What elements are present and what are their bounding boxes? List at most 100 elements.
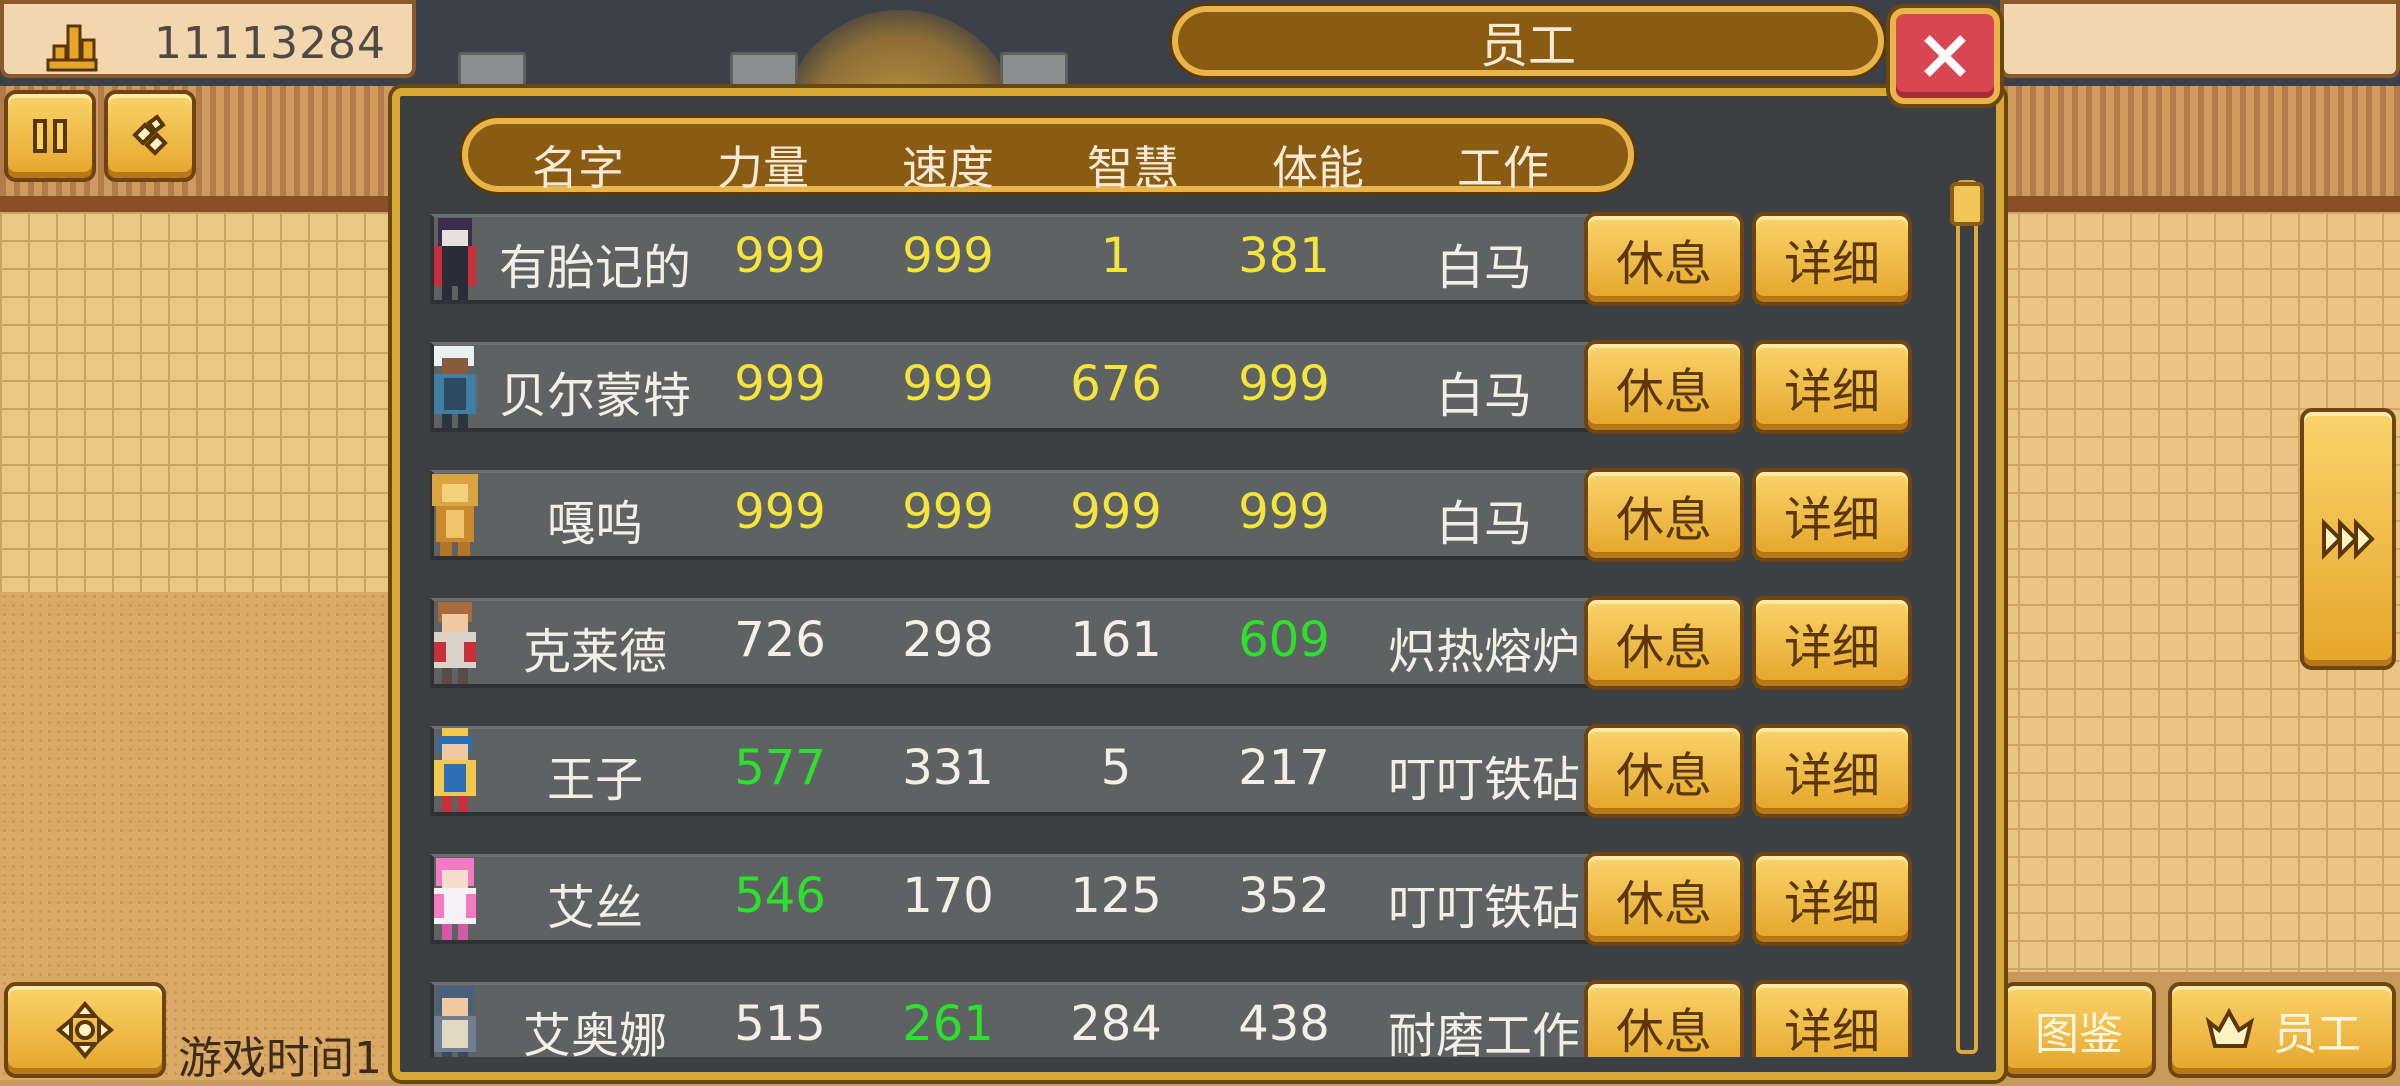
column-header-name: 名字 (532, 141, 624, 195)
rest-button[interactable]: 休息 (1584, 724, 1744, 818)
employee-job: 白马 (1435, 240, 1532, 296)
employee-speed: 261 (902, 996, 994, 1052)
employee-strength: 999 (734, 228, 826, 284)
tiled-floor-left (0, 212, 400, 592)
rest-button[interactable]: 休息 (1584, 468, 1744, 562)
employee-avatar-icon (434, 218, 476, 300)
employee-stamina: 352 (1238, 868, 1330, 924)
employee-row: 克莱德 726 298 161 609 炽热熔炉 休息 详细 (424, 596, 1924, 690)
rest-label: 休息 (1615, 236, 1712, 292)
crown-icon (2205, 1007, 2255, 1048)
employee-strength: 999 (734, 356, 826, 412)
column-header-stamina: 体能 (1272, 141, 1364, 195)
staff-button[interactable]: 员工 (2168, 982, 2396, 1078)
money-value: 11113284 (154, 18, 386, 69)
fast-forward-icon (2322, 518, 2375, 560)
money-bar: 11113284 (0, 0, 416, 78)
employee-speed: 999 (902, 356, 994, 412)
column-header-speed: 速度 (902, 141, 994, 195)
column-header-wisdom: 智慧 (1087, 141, 1179, 195)
employee-speed: 331 (902, 740, 994, 796)
employee-stamina: 999 (1238, 356, 1330, 412)
employee-row: 有胎记的 999 999 1 381 白马 休息 详细 (424, 212, 1924, 306)
gems-icon (132, 114, 168, 156)
employee-job: 叮叮铁砧 (1387, 752, 1580, 808)
employee-name: 克莱德 (522, 624, 667, 680)
employee-name: 贝尔蒙特 (498, 368, 691, 424)
scrollbar-track[interactable] (1956, 180, 1978, 1054)
top-right-bar (2000, 0, 2400, 78)
employee-strength: 726 (734, 612, 826, 668)
rest-button[interactable]: 休息 (1584, 852, 1744, 946)
employee-speed: 298 (902, 612, 994, 668)
employee-name: 有胎记的 (498, 240, 691, 296)
employee-stamina: 438 (1238, 996, 1330, 1052)
detail-label: 详细 (1783, 1004, 1880, 1057)
rest-label: 休息 (1615, 748, 1712, 804)
detail-label: 详细 (1783, 748, 1880, 804)
employee-avatar-icon (434, 986, 476, 1057)
column-header-bar: 名字 力量 速度 智慧 体能 工作 (462, 118, 1634, 195)
rest-button[interactable]: 休息 (1584, 596, 1744, 690)
employee-row: 嘎呜 999 999 999 999 白马 休息 详细 (424, 468, 1924, 562)
employee-name: 艾丝 (546, 880, 643, 936)
detail-button[interactable]: 详细 (1752, 724, 1912, 818)
employee-name: 王子 (546, 752, 643, 808)
stone-block (1000, 52, 1068, 88)
employee-strength: 577 (734, 740, 826, 796)
dialog-title: 员工 (1479, 18, 1576, 74)
close-button[interactable] (1890, 8, 2000, 104)
employee-avatar-icon (434, 346, 476, 428)
employee-avatar-icon (432, 474, 478, 556)
column-header-job: 工作 (1457, 141, 1549, 195)
detail-button[interactable]: 详细 (1752, 212, 1912, 306)
employee-row: 王子 577 331 5 217 叮叮铁砧 休息 详细 (424, 724, 1924, 818)
employee-row: 艾丝 546 170 125 352 叮叮铁砧 休息 详细 (424, 852, 1924, 946)
rest-label: 休息 (1615, 876, 1712, 932)
detail-label: 详细 (1783, 236, 1880, 292)
scrollbar-thumb[interactable] (1950, 182, 1984, 226)
detail-label: 详细 (1783, 364, 1880, 420)
rest-label: 休息 (1615, 364, 1712, 420)
rest-button[interactable]: 休息 (1584, 980, 1744, 1057)
detail-button[interactable]: 详细 (1752, 340, 1912, 434)
employee-strength: 999 (734, 484, 826, 540)
encyclopedia-button[interactable]: 图鉴 (2002, 982, 2156, 1078)
pause-button[interactable] (4, 90, 96, 182)
map-button[interactable] (4, 982, 166, 1078)
employee-row: 贝尔蒙特 999 999 676 999 白马 休息 详细 (424, 340, 1924, 434)
dialog-title-bar: 员工 (1172, 6, 1884, 76)
stone-block (458, 52, 526, 88)
employee-job: 白马 (1435, 496, 1532, 552)
employee-wisdom: 284 (1070, 996, 1162, 1052)
staff-label: 员工 (2273, 1009, 2361, 1060)
detail-button[interactable]: 详细 (1752, 852, 1912, 946)
rest-button[interactable]: 休息 (1584, 340, 1744, 434)
rest-button[interactable]: 休息 (1584, 212, 1744, 306)
employee-wisdom: 161 (1070, 612, 1162, 668)
employee-row: 艾奥娜 515 261 284 438 耐磨工作 休息 详细 (424, 980, 1924, 1057)
employee-stamina: 217 (1238, 740, 1330, 796)
detail-label: 详细 (1783, 620, 1880, 676)
employee-wisdom: 676 (1070, 356, 1162, 412)
employee-job: 耐磨工作 (1387, 1008, 1580, 1057)
rest-label: 休息 (1615, 492, 1712, 548)
employee-wisdom: 1 (1100, 228, 1132, 284)
employee-speed: 999 (902, 484, 994, 540)
next-panel-tab[interactable] (2300, 408, 2396, 670)
employee-stamina: 609 (1238, 612, 1330, 668)
employee-wisdom: 125 (1070, 868, 1162, 924)
gems-button[interactable] (104, 90, 196, 182)
employee-strength: 546 (734, 868, 826, 924)
detail-button[interactable]: 详细 (1752, 468, 1912, 562)
close-x-icon (1924, 35, 1966, 77)
employee-name: 艾奥娜 (522, 1008, 667, 1057)
employee-speed: 999 (902, 228, 994, 284)
employee-name: 嘎呜 (546, 496, 643, 552)
directional-pad-icon (55, 1000, 115, 1060)
encyclopedia-label: 图鉴 (2035, 1009, 2123, 1060)
employee-job: 白马 (1435, 368, 1532, 424)
stone-block (730, 52, 798, 88)
detail-button[interactable]: 详细 (1752, 980, 1912, 1057)
detail-button[interactable]: 详细 (1752, 596, 1912, 690)
